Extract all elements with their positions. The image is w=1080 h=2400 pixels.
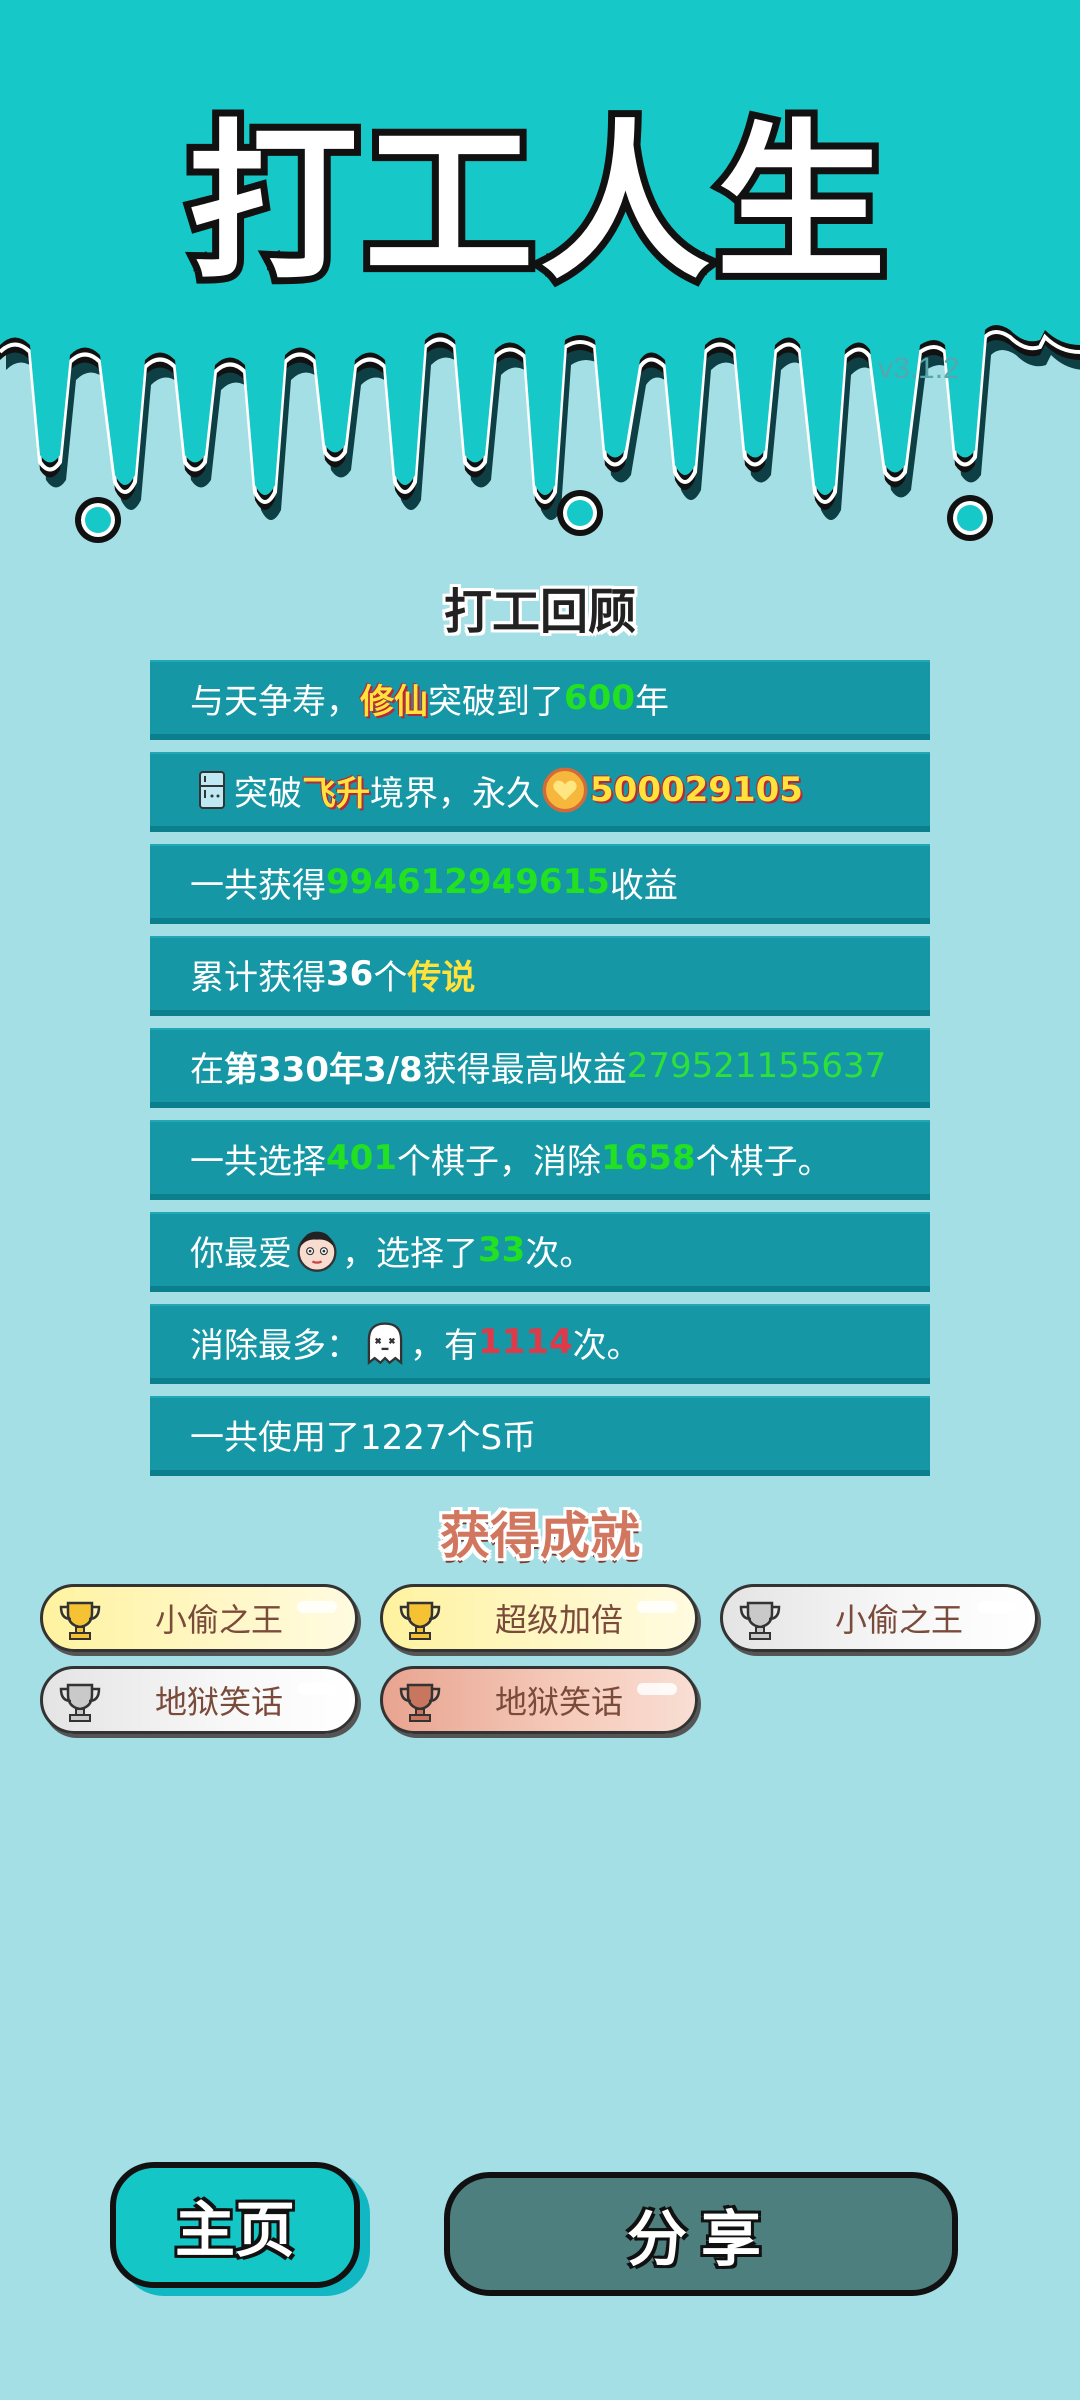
review-row-pieces: 一共选择 401 个棋子，消除 1658 个棋子。: [150, 1120, 930, 1200]
version-label: v3.1.2: [878, 352, 960, 385]
review-row-favorite: 你最爱 ，选择了 33 次。: [150, 1212, 930, 1292]
heart-coin-icon: [542, 767, 588, 813]
review-row-cultivation: 与天争寿， 修仙 突破到了 600 年: [150, 660, 930, 740]
header-banner: 打工人生: [0, 0, 1080, 543]
achievement-badge[interactable]: 小偷之王: [720, 1584, 1038, 1652]
trophy-icon: [399, 1683, 441, 1722]
review-row-coins: 一共使用了1227个S币: [150, 1396, 930, 1476]
review-title: 打工回顾: [443, 584, 636, 640]
review-row-ascension: 突破 飞升 境界，永久 500029105: [150, 752, 930, 832]
trophy-icon: [59, 1683, 101, 1722]
ghost-icon: [367, 1322, 403, 1365]
review-row-earnings: 一共获得 994612949615 收益: [150, 844, 930, 924]
share-button[interactable]: 分享: [444, 2172, 958, 2296]
achievement-badge[interactable]: 超级加倍: [380, 1584, 698, 1652]
fridge-icon: [199, 771, 225, 809]
man-face-icon: [297, 1231, 337, 1272]
review-row-legends: 累计获得 36 个传说: [150, 936, 930, 1016]
trophy-icon: [739, 1601, 781, 1640]
achievement-badge[interactable]: 地狱笑话: [380, 1666, 698, 1734]
trophy-icon: [399, 1601, 441, 1640]
review-row-most-removed: 消除最多： ，有 1114 次。: [150, 1304, 930, 1384]
home-button[interactable]: 主页: [110, 2162, 360, 2288]
trophy-icon: [59, 1601, 101, 1640]
review-list: 与天争寿， 修仙 突破到了 600 年 突破 飞升 境界，永久 500029105 一共获得…: [150, 660, 930, 1488]
achievement-badge[interactable]: 小偷之王: [40, 1584, 358, 1652]
app-title: 打工人生: [188, 105, 892, 303]
achievements-title: 获得成就: [440, 1507, 640, 1565]
achievement-badge[interactable]: 地狱笑话: [40, 1666, 358, 1734]
review-row-max-earning: 在 第330年3/8 获得最高收益 279521155637: [150, 1028, 930, 1108]
